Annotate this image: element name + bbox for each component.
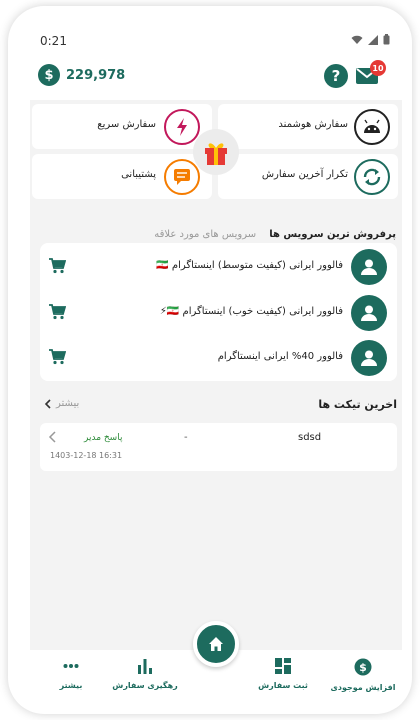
battery-icon bbox=[383, 34, 390, 45]
home-button[interactable] bbox=[193, 621, 239, 667]
repeat-order-label: تکرار آخرین سفارش bbox=[261, 169, 348, 180]
nav-new-order-label: ثبت سفارش bbox=[258, 681, 308, 690]
ticket-card[interactable]: sdsd - پاسخ مدیر 1403-12-18 16:31 bbox=[40, 423, 397, 471]
ticket-status: پاسخ مدیر bbox=[84, 433, 123, 443]
nav-more-label: بیشتر bbox=[59, 681, 83, 690]
nav-add-balance[interactable]: $ افزایش موجودی bbox=[326, 658, 400, 692]
help-button[interactable]: ? bbox=[324, 64, 348, 88]
cart-icon[interactable] bbox=[48, 349, 66, 365]
quick-actions-grid: سفارش هوشمند سفارش سریع تکرار آخرین سفار… bbox=[32, 104, 399, 200]
dollar-icon: $ bbox=[38, 64, 60, 86]
service-label: فالوور ایرانی (کیفیت متوسط) اینستاگرام 🇮… bbox=[156, 260, 343, 271]
nav-add-balance-label: افزایش موجودی bbox=[330, 683, 396, 692]
wifi-icon bbox=[351, 35, 363, 44]
bar-chart-icon bbox=[138, 659, 152, 674]
nav-track-order-label: رهگیری سفارش bbox=[112, 681, 178, 690]
dollar-icon: $ bbox=[354, 658, 372, 676]
fast-order-label: سفارش سریع bbox=[97, 119, 156, 130]
latest-tickets-title: اخرین تیکت ها bbox=[318, 398, 397, 411]
user-icon bbox=[351, 249, 387, 285]
home-icon bbox=[209, 637, 223, 651]
signal-icon bbox=[368, 34, 378, 45]
svg-text:$: $ bbox=[359, 661, 367, 674]
list-item[interactable]: فالوور ایرانی (کیفیت متوسط) اینستاگرام 🇮… bbox=[40, 244, 397, 290]
wallet-balance[interactable]: $ 229,978 bbox=[38, 64, 125, 86]
services-header: پرفروش ترین سرویس ها سرویس های مورد علاق… bbox=[40, 222, 396, 240]
smart-order-label: سفارش هوشمند bbox=[278, 119, 348, 130]
support-label: پشتیبانی bbox=[121, 169, 156, 180]
nav-new-order[interactable]: ثبت سفارش bbox=[246, 658, 320, 690]
tickets-header: اخرین تیکت ها بیشتر bbox=[40, 396, 397, 416]
messages-button[interactable]: 10 bbox=[356, 60, 386, 88]
dashboard-icon bbox=[275, 658, 291, 674]
services-list: فالوور ایرانی (کیفیت متوسط) اینستاگرام 🇮… bbox=[40, 243, 397, 381]
gift-icon bbox=[205, 143, 227, 165]
gift-button[interactable] bbox=[193, 129, 239, 175]
unread-badge: 10 bbox=[370, 60, 386, 76]
more-label: بیشتر bbox=[56, 398, 80, 409]
bestseller-services-title: پرفروش ترین سرویس ها bbox=[269, 229, 396, 240]
service-label: فالوور 40% ایرانی اینستاگرام bbox=[217, 351, 343, 362]
nav-track-order[interactable]: رهگیری سفارش bbox=[108, 658, 182, 690]
cart-icon[interactable] bbox=[48, 304, 66, 320]
balance-amount: 229,978 bbox=[66, 67, 126, 83]
support-tile[interactable]: پشتیبانی bbox=[32, 154, 212, 199]
favorite-services-link[interactable]: سرویس های مورد علاقه bbox=[154, 229, 256, 240]
list-item[interactable]: فالوور 40% ایرانی اینستاگرام bbox=[40, 335, 397, 381]
nav-more[interactable]: بیشتر bbox=[34, 658, 108, 690]
top-bar: $ 229,978 ? 10 bbox=[30, 54, 402, 100]
status-bar: 0:21 bbox=[30, 28, 402, 54]
service-label: فالوور ایرانی (کیفیت خوب) اینستاگرام 🇮🇷⚡ bbox=[159, 306, 343, 317]
app-screen: 0:21 $ 229,978 ? 10 سفارش هوشمند سفارش س… bbox=[30, 28, 402, 708]
more-dots-icon bbox=[63, 664, 79, 668]
status-time: 0:21 bbox=[40, 34, 67, 48]
phone-frame: 0:21 $ 229,978 ? 10 سفارش هوشمند سفارش س… bbox=[8, 6, 412, 714]
ticket-date: 1403-12-18 16:31 bbox=[50, 451, 123, 460]
chevron-left-icon[interactable] bbox=[48, 431, 56, 443]
ticket-separator: - bbox=[184, 432, 188, 443]
tickets-more-link[interactable]: بیشتر bbox=[44, 398, 79, 409]
ticket-subject: sdsd bbox=[298, 432, 322, 443]
fast-order-tile[interactable]: سفارش سریع bbox=[32, 104, 212, 149]
user-icon bbox=[351, 295, 387, 331]
smart-order-tile[interactable]: سفارش هوشمند bbox=[218, 104, 398, 149]
list-item[interactable]: فالوور ایرانی (کیفیت خوب) اینستاگرام 🇮🇷⚡ bbox=[40, 290, 397, 336]
lightning-icon bbox=[164, 109, 200, 145]
status-icons bbox=[351, 34, 390, 45]
chevron-left-icon bbox=[44, 398, 51, 409]
repeat-order-tile[interactable]: تکرار آخرین سفارش bbox=[218, 154, 398, 199]
user-icon bbox=[351, 340, 387, 376]
cart-icon[interactable] bbox=[48, 258, 66, 274]
refresh-icon bbox=[354, 159, 390, 195]
chat-icon bbox=[164, 159, 200, 195]
android-icon bbox=[354, 109, 390, 145]
